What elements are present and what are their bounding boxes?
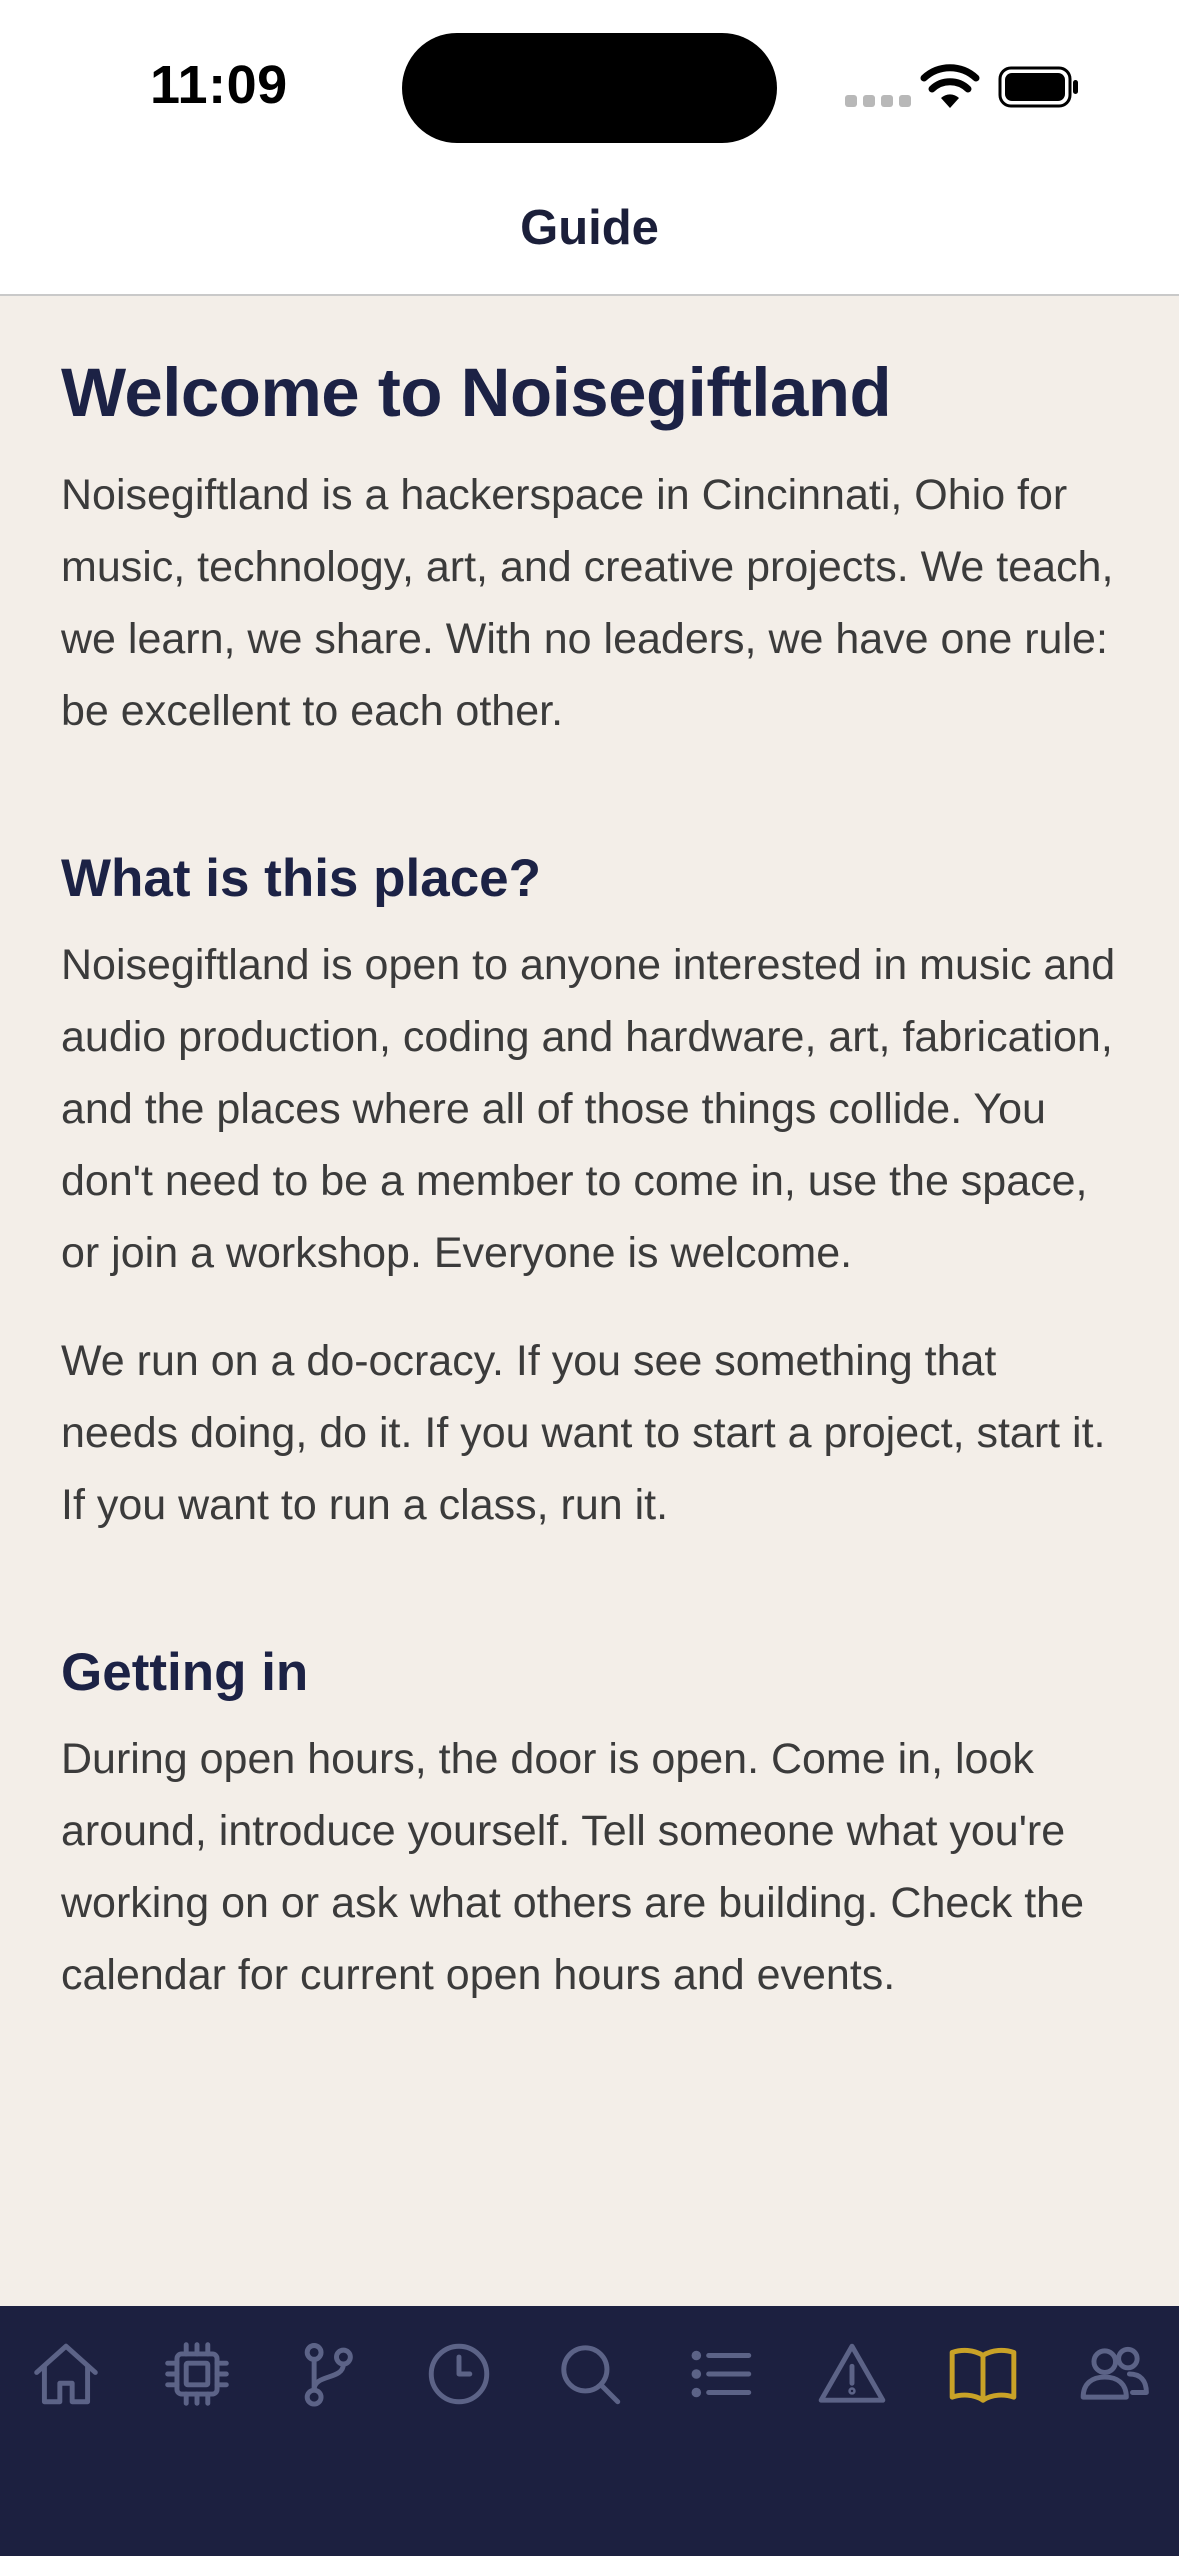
section-paragraph: During open hours, the door is open. Com… — [61, 1734, 1084, 1999]
section-paragraph: Noisegiftland is open to anyone interest… — [61, 941, 1116, 1277]
search-icon — [560, 2345, 620, 2405]
branch-icon — [304, 2343, 353, 2407]
warning-icon — [818, 2343, 885, 2403]
tab-devices[interactable] — [131, 2324, 262, 2424]
battery-icon — [998, 66, 1078, 108]
section-heading-what-is-this-place: What is this place? — [61, 849, 542, 909]
navigation-bar: Guide — [0, 180, 1179, 296]
page-title: Welcome to Noisegiftland — [61, 354, 892, 431]
status-bar: 11:09 — [0, 0, 1179, 180]
tab-alerts[interactable] — [786, 2324, 917, 2424]
tab-projects[interactable] — [262, 2324, 393, 2424]
tab-guide[interactable] — [917, 2324, 1048, 2424]
tab-members[interactable] — [1048, 2324, 1179, 2424]
intro-paragraph: Noisegiftland is a hackerspace in Cincin… — [61, 471, 1114, 736]
tab-search[interactable] — [524, 2324, 655, 2424]
chip-icon — [164, 2342, 229, 2406]
book-icon — [949, 2347, 1016, 2403]
tab-list[interactable] — [655, 2324, 786, 2424]
status-time: 11:09 — [150, 55, 288, 115]
clock-icon — [428, 2343, 489, 2405]
section-heading-getting-in: Getting in — [61, 1643, 309, 1702]
nav-title: Guide — [520, 201, 659, 255]
wifi-icon — [920, 64, 980, 108]
people-icon — [1080, 2346, 1149, 2400]
list-icon — [691, 2350, 751, 2398]
guide-content[interactable]: Welcome to Noisegiftland Noisegiftland i… — [0, 296, 1179, 2306]
tab-bar — [0, 2306, 1179, 2556]
home-icon — [33, 2343, 98, 2405]
dynamic-island — [402, 33, 777, 143]
tab-home[interactable] — [0, 2324, 131, 2424]
section-paragraph: We run on a do-ocracy. If you see someth… — [61, 1337, 1106, 1529]
tab-history[interactable] — [393, 2324, 524, 2424]
cellular-signal-icon — [845, 95, 911, 107]
